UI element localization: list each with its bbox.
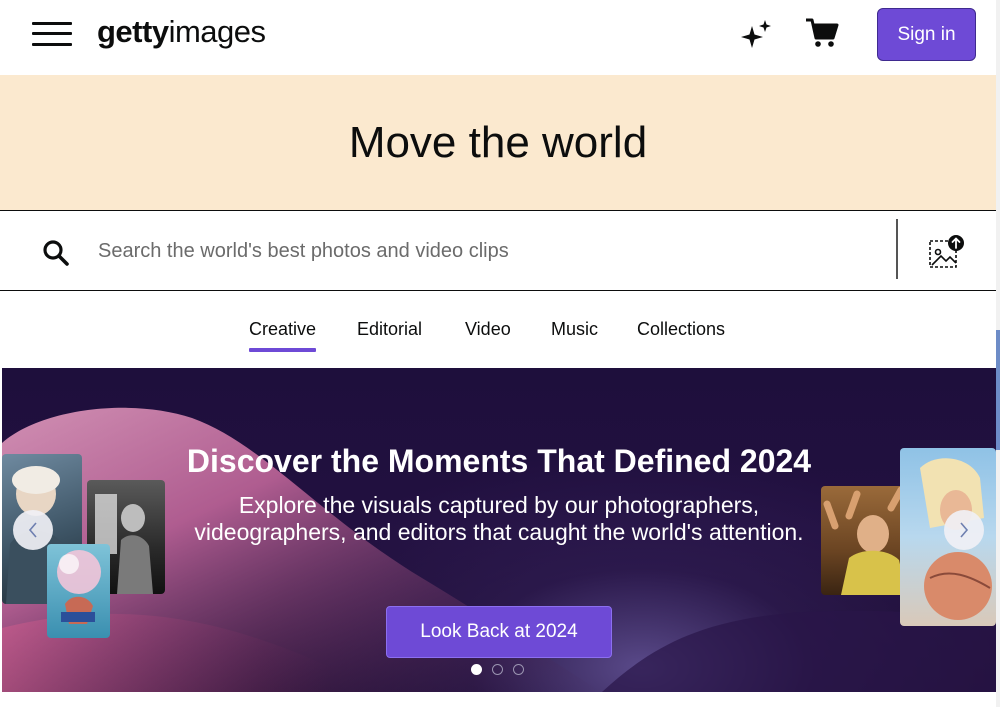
- tab-creative[interactable]: Creative: [249, 318, 317, 352]
- getty-images-logo[interactable]: gettyimages: [97, 14, 266, 50]
- carousel-dot-1[interactable]: [471, 664, 482, 675]
- promo-subtext-line-2: videographers, and editors that caught t…: [194, 519, 804, 545]
- site-header: gettyimages Sign in: [0, 0, 996, 75]
- promo-photo-swimmer: [47, 544, 110, 638]
- carousel-next-button[interactable]: [944, 510, 984, 550]
- carousel-dot-2[interactable]: [492, 664, 503, 675]
- tab-music[interactable]: Music: [551, 318, 598, 340]
- promo-subtext: Explore the visuals captured by our phot…: [162, 492, 836, 546]
- carousel-dots: [471, 664, 531, 676]
- sparkle-icon[interactable]: [740, 18, 774, 52]
- tab-video[interactable]: Video: [465, 318, 511, 340]
- logo-light-text: images: [168, 14, 266, 49]
- chevron-right-icon: [960, 522, 969, 538]
- look-back-button[interactable]: Look Back at 2024: [386, 606, 612, 658]
- menu-icon[interactable]: [32, 20, 72, 48]
- hero-band: Move the world: [0, 75, 996, 211]
- carousel-prev-button[interactable]: [13, 510, 53, 550]
- search-icon[interactable]: [42, 239, 70, 267]
- image-search-icon[interactable]: [926, 233, 966, 273]
- search-bar: [0, 210, 998, 291]
- content-type-tabs: Creative Editorial Video Music Collectio…: [0, 291, 996, 368]
- tab-collections[interactable]: Collections: [637, 318, 725, 340]
- scrollbar-thumb[interactable]: [996, 330, 1000, 450]
- cart-icon[interactable]: [805, 17, 839, 49]
- promo-subtext-line-1: Explore the visuals captured by our phot…: [238, 492, 760, 518]
- carousel-dot-3[interactable]: [513, 664, 524, 675]
- hero-title: Move the world: [348, 118, 648, 167]
- search-input[interactable]: [98, 231, 878, 271]
- logo-bold-text: getty: [97, 14, 169, 49]
- sign-in-button[interactable]: Sign in: [877, 8, 976, 61]
- tab-editorial[interactable]: Editorial: [357, 318, 422, 340]
- promo-carousel: Discover the Moments That Defined 2024 E…: [2, 368, 996, 692]
- promo-heading: Discover the Moments That Defined 2024: [186, 443, 812, 479]
- search-divider: [896, 219, 898, 279]
- chevron-left-icon: [28, 522, 37, 538]
